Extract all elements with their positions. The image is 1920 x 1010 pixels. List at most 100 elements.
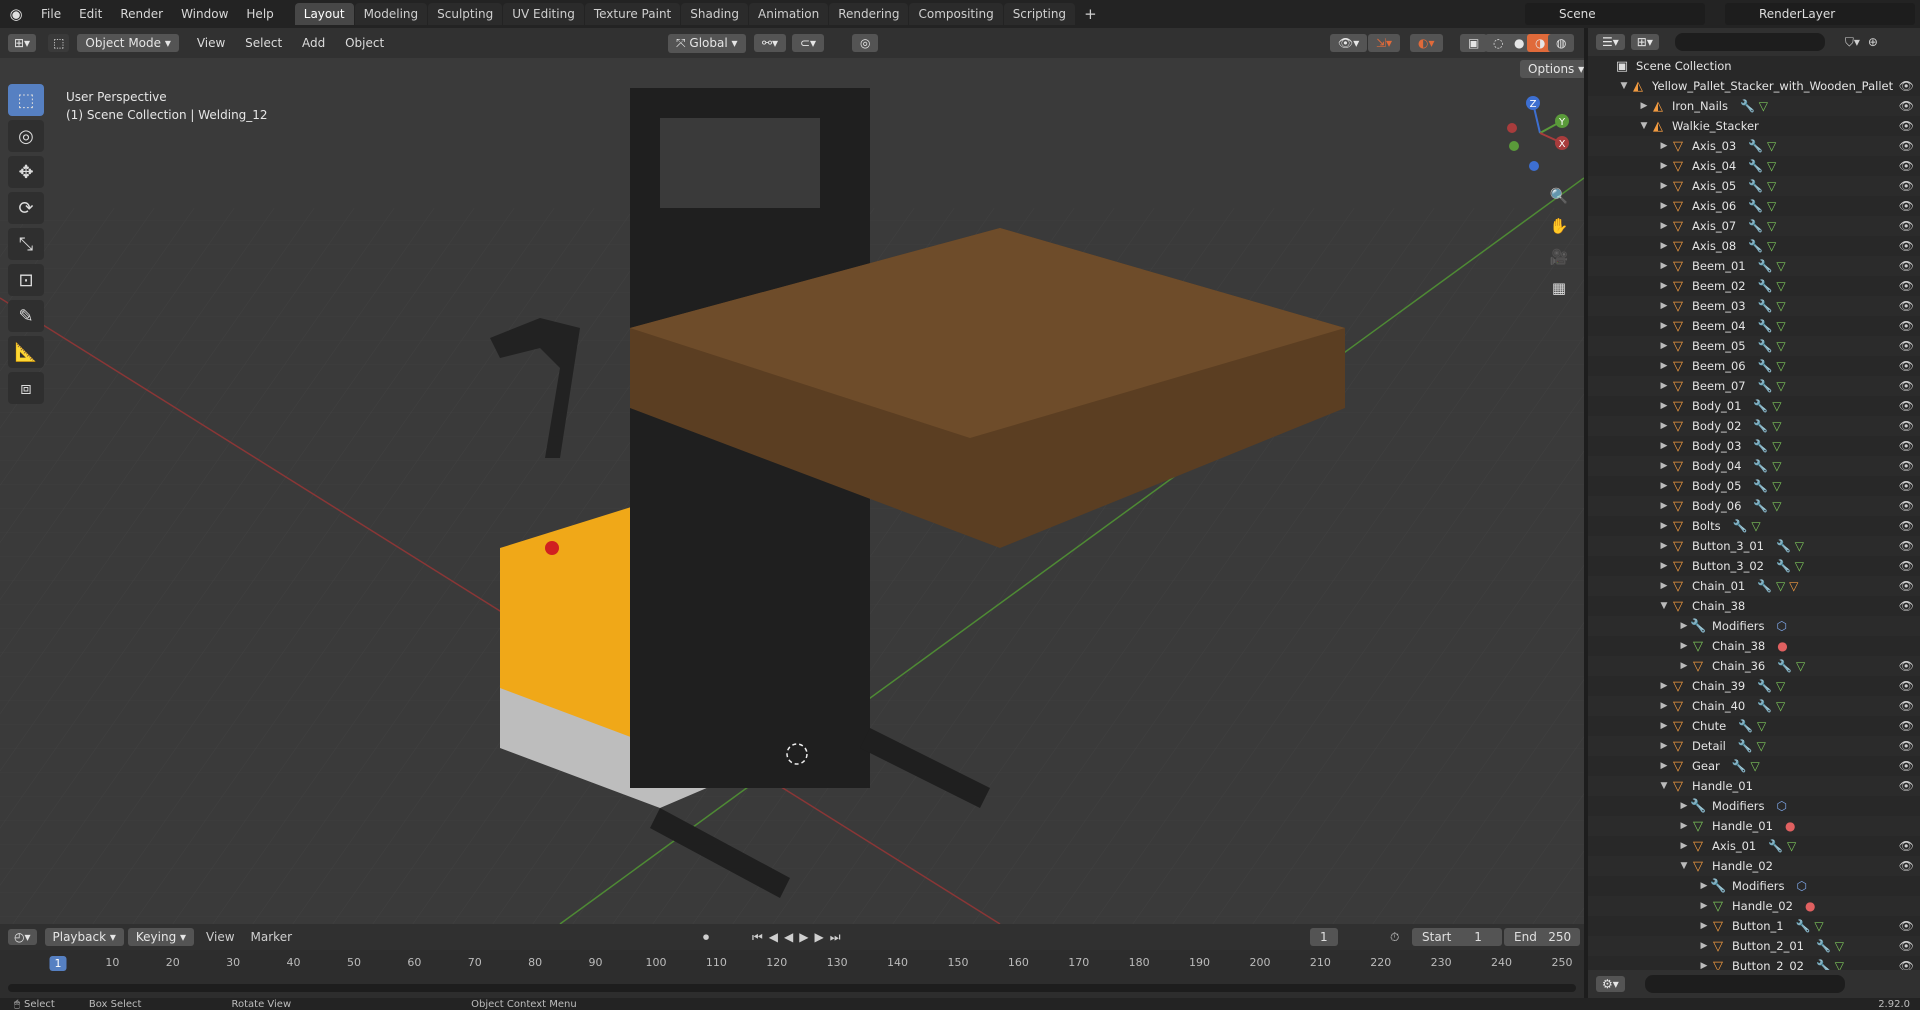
expand-arrow-icon[interactable]: ▶ [1658, 141, 1670, 151]
tab-layout[interactable]: Layout [294, 3, 354, 25]
expand-arrow-icon[interactable]: ▶ [1658, 301, 1670, 311]
visibility-eye-icon[interactable]: 👁 [1899, 539, 1914, 553]
visibility-eye-icon[interactable]: 👁 [1899, 79, 1914, 93]
tab-compositing[interactable]: Compositing [909, 3, 1003, 25]
row-modifier-icons[interactable]: ⬡ [1777, 799, 1787, 813]
tab-sculpting[interactable]: Sculpting [428, 3, 503, 25]
expand-arrow-icon[interactable]: ▶ [1658, 741, 1670, 751]
row-data-icons[interactable]: 🔧 ▽ [1753, 439, 1781, 453]
outliner-row[interactable]: ▶ ▽ Axis_07 🔧 ▽ 👁 [1588, 216, 1920, 236]
row-data-icons[interactable]: 🔧 ▽ [1753, 499, 1781, 513]
visibility-eye-icon[interactable]: 👁 [1899, 699, 1914, 713]
row-data-icons[interactable]: 🔧 ▽ [1757, 699, 1785, 713]
modifier-wrench-icon[interactable]: 🔧 [1732, 759, 1747, 773]
modifier-wrench-icon[interactable]: 🔧 [1776, 539, 1791, 553]
transform-orientation-dropdown[interactable]: ⤧ Global ▾ [668, 33, 746, 53]
modifier-wrench-icon[interactable]: 🔧 [1748, 179, 1763, 193]
playback-controls[interactable]: ⏮◀◀▶▶⏭ [752, 930, 847, 945]
modifier-wrench-icon[interactable]: 🔧 [1748, 199, 1763, 213]
expand-arrow-icon[interactable]: ▶ [1658, 321, 1670, 331]
modifier-wrench-icon[interactable]: 🔧 [1753, 459, 1768, 473]
mesh-data-icon[interactable]: ▽ [1772, 459, 1781, 473]
outliner-row[interactable]: ▼ ▽ Chain_38 👁 [1588, 596, 1920, 616]
collapse-arrow-icon[interactable]: ▼ [1638, 121, 1650, 131]
mesh-data-icon[interactable]: ▽ [1795, 559, 1804, 573]
outliner-row[interactable]: ▶ ▽ Beem_04 🔧 ▽ 👁 [1588, 316, 1920, 336]
row-data-icons[interactable]: 🔧 ▽ [1748, 159, 1776, 173]
row-material-icons[interactable]: ● [1785, 819, 1795, 833]
timeline-view-menu[interactable]: View [206, 930, 234, 944]
filter-icon[interactable]: ⛉▾ [1845, 35, 1860, 50]
visibility-eye-icon[interactable]: 👁 [1899, 339, 1914, 353]
modifier-wrench-icon[interactable]: 🔧 [1753, 399, 1768, 413]
mesh-data-icon[interactable]: ▽ [1757, 739, 1766, 753]
mesh-data-icon[interactable]: ▽ [1776, 279, 1785, 293]
expand-arrow-icon[interactable]: ▶ [1678, 841, 1690, 851]
visibility-eye-icon[interactable]: 👁 [1899, 419, 1914, 433]
row-data-icons[interactable]: 🔧 ▽ [1738, 739, 1766, 753]
scene-collection-row[interactable]: ▣ Scene Collection [1588, 56, 1920, 76]
modifier-wrench-icon[interactable]: 🔧 [1768, 839, 1783, 853]
mesh-data-icon[interactable]: ▽ [1772, 499, 1781, 513]
modifier-wrench-icon[interactable]: 🔧 [1748, 139, 1763, 153]
expand-arrow-icon[interactable]: ▶ [1658, 481, 1670, 491]
outliner-row[interactable]: ▶ ▽ Chain_36 🔧 ▽ 👁 [1588, 656, 1920, 676]
outliner-row[interactable]: ▶ ▽ Body_02 🔧 ▽ 👁 [1588, 416, 1920, 436]
outliner-row[interactable]: ▶ ▽ Beem_01 🔧 ▽ 👁 [1588, 256, 1920, 276]
mesh-data-icon[interactable]: ▽ [1772, 399, 1781, 413]
visibility-eye-icon[interactable]: 👁 [1899, 279, 1914, 293]
add-workspace-button[interactable]: + [1076, 3, 1105, 25]
annotate-tool-icon[interactable]: ✎ [8, 300, 44, 332]
expand-arrow-icon[interactable]: ▶ [1698, 921, 1710, 931]
modifier-wrench-icon[interactable]: 🔧 [1776, 559, 1791, 573]
menu-render[interactable]: Render [111, 7, 172, 21]
timeline-marker-menu[interactable]: Marker [251, 930, 292, 944]
modifier-wrench-icon[interactable]: 🔧 [1796, 919, 1811, 933]
rotate-tool-icon[interactable]: ⟳ [8, 192, 44, 224]
menu-select[interactable]: Select [237, 36, 290, 50]
outliner-row[interactable]: ▶ ▽ Axis_06 🔧 ▽ 👁 [1588, 196, 1920, 216]
row-data-icons[interactable]: 🔧 ▽ ▽ [1757, 579, 1798, 593]
outliner-row[interactable]: ▶ ▽ Detail 🔧 ▽ 👁 [1588, 736, 1920, 756]
outliner-row[interactable]: ▶ 🔧 Modifiers ⬡ [1588, 876, 1920, 896]
visibility-eye-icon[interactable]: 👁 [1899, 839, 1914, 853]
visibility-eye-icon[interactable]: 👁 [1899, 99, 1914, 113]
modifier-wrench-icon[interactable]: 🔧 [1758, 259, 1773, 273]
outliner-row[interactable]: ▶ ▽ Body_05 🔧 ▽ 👁 [1588, 476, 1920, 496]
visibility-eye-icon[interactable]: 👁 [1899, 299, 1914, 313]
menu-add[interactable]: Add [294, 36, 333, 50]
outliner-row[interactable]: ▶ ▽ Axis_05 🔧 ▽ 👁 [1588, 176, 1920, 196]
3d-viewport[interactable]: ⊞▾ ⬚ Object Mode ▾ View Select Add Objec… [0, 28, 1584, 924]
outliner-row[interactable]: ▶ 🔧 Modifiers ⬡ [1588, 616, 1920, 636]
menu-window[interactable]: Window [172, 7, 237, 21]
mesh-data-icon[interactable]: ▽ [1776, 359, 1785, 373]
outliner-row[interactable]: ▼ ▽ Handle_02 👁 [1588, 856, 1920, 876]
outliner-row[interactable]: ▶ ▽ Beem_02 🔧 ▽ 👁 [1588, 276, 1920, 296]
properties-editor-type-icon[interactable]: ⚙▾ [1596, 976, 1625, 992]
row-data-icons[interactable]: 🔧 ▽ [1768, 839, 1796, 853]
mesh-data-icon[interactable]: ▽ [1767, 179, 1776, 193]
mesh-data-icon[interactable]: ▽ [1767, 139, 1776, 153]
mesh-data-icon[interactable]: ▽ [1759, 99, 1768, 113]
outliner-row[interactable]: ▶ ▽ Button_3_02 🔧 ▽ 👁 [1588, 556, 1920, 576]
modifier-wrench-icon[interactable]: 🔧 [1748, 159, 1763, 173]
current-frame-field[interactable]: 1 [1310, 928, 1338, 946]
playback-dropdown[interactable]: Playback ▾ [44, 928, 124, 946]
row-data-icons[interactable]: 🔧 ▽ [1732, 759, 1760, 773]
expand-arrow-icon[interactable]: ▶ [1658, 581, 1670, 591]
mesh-data-icon[interactable]: ▽ [1757, 719, 1766, 733]
modifier-icon[interactable]: ⬡ [1777, 619, 1787, 633]
row-data-icons[interactable]: 🔧 ▽ [1733, 519, 1761, 533]
outliner-row[interactable]: ▶ ▽ Handle_02 ● [1588, 896, 1920, 916]
row-modifier-icons[interactable]: ⬡ [1777, 619, 1787, 633]
expand-arrow-icon[interactable]: ▶ [1658, 521, 1670, 531]
visibility-eye-icon[interactable]: 👁 [1899, 859, 1914, 873]
modifier-wrench-icon[interactable]: 🔧 [1816, 939, 1831, 953]
outliner-editor-type-icon[interactable]: ☰▾ [1596, 34, 1625, 50]
modifier-wrench-icon[interactable]: 🔧 [1738, 739, 1753, 753]
modifier-wrench-icon[interactable]: 🔧 [1733, 519, 1748, 533]
material-icon[interactable]: ● [1777, 639, 1787, 653]
transform-tool-icon[interactable]: ⊡ [8, 264, 44, 296]
row-data-icons[interactable]: 🔧 ▽ [1740, 99, 1768, 113]
visibility-eye-icon[interactable]: 👁 [1899, 779, 1914, 793]
